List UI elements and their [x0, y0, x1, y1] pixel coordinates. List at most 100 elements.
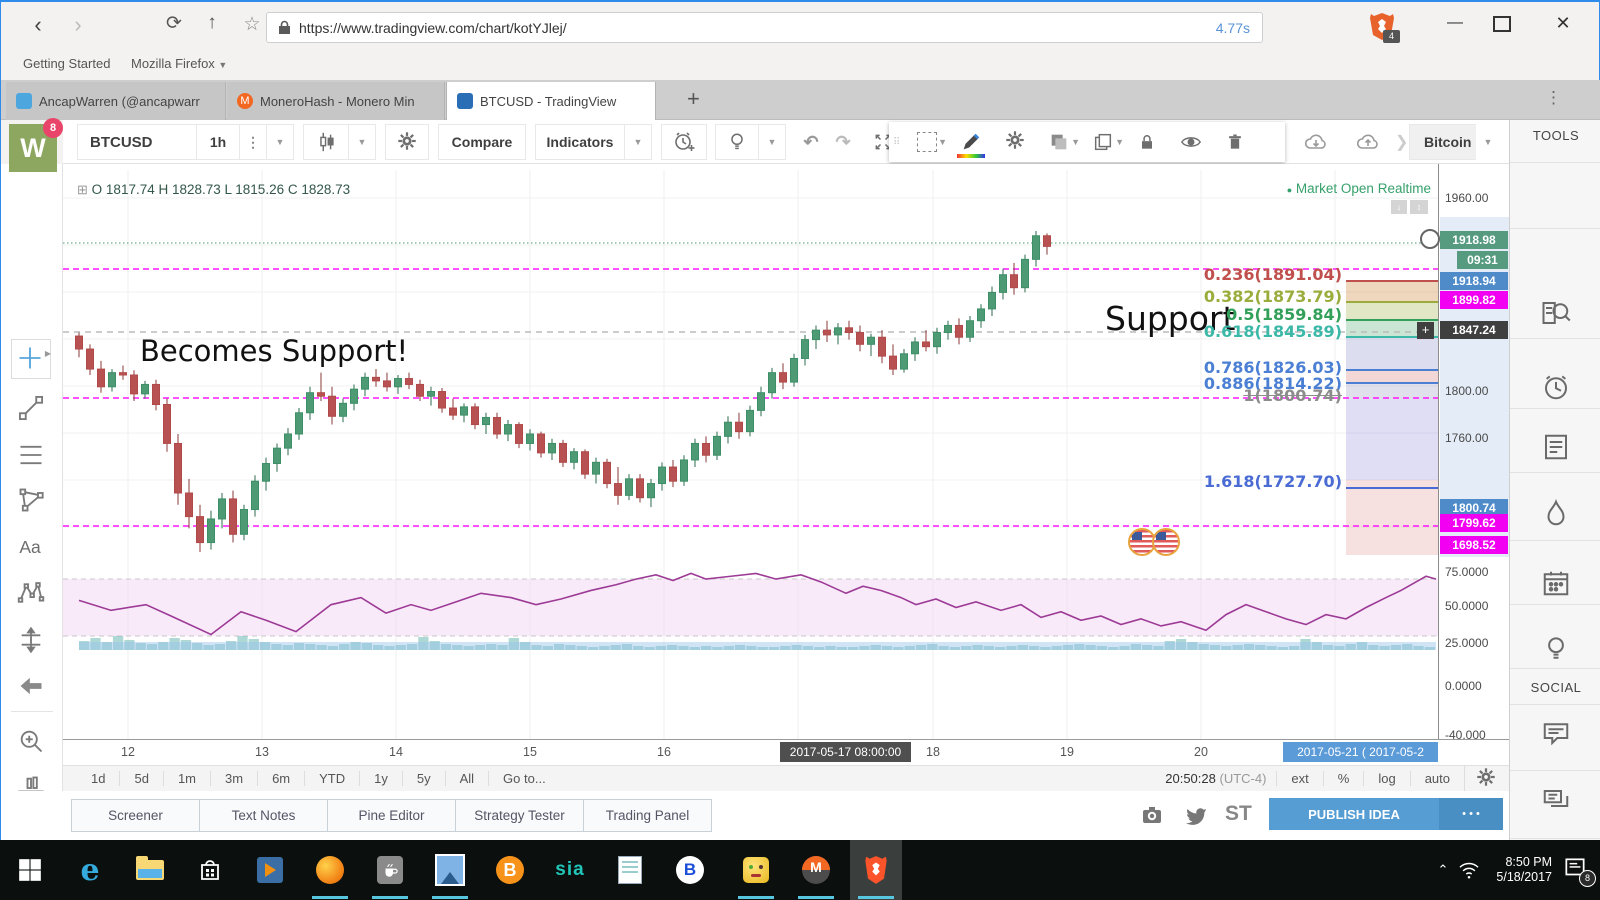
axis-settings-button[interactable] [1464, 766, 1499, 791]
taskbar-app-media-player[interactable] [244, 840, 296, 900]
stocktwits-button[interactable]: ST [1225, 802, 1252, 826]
interval-button[interactable]: 1h [196, 124, 240, 160]
clone-button[interactable]: ▼ [1081, 123, 1125, 161]
tool-fib-retracement[interactable] [17, 441, 47, 471]
fib-handle-circle[interactable] [1420, 229, 1440, 249]
tool-crosshair[interactable]: ▶ [11, 339, 51, 379]
sidebar-icon-stock-screener[interactable] [1541, 298, 1571, 328]
hide-button[interactable] [1169, 123, 1213, 161]
compare-button[interactable]: Compare [438, 124, 526, 160]
bottom-tab-strategy-tester[interactable]: Strategy Tester [455, 799, 584, 832]
goto-button[interactable]: Go to... [489, 771, 560, 786]
ideas-button[interactable] [715, 124, 759, 160]
taskbar-app-emoji[interactable] [730, 840, 782, 900]
close-button[interactable]: ✕ [1541, 13, 1585, 34]
back-button[interactable]: ‹ [23, 12, 53, 38]
tool-polyline[interactable] [17, 486, 47, 516]
drawing-settings-button[interactable] [993, 123, 1037, 161]
redo-button[interactable]: ↷ [827, 124, 859, 160]
bottom-tab-pine-editor[interactable]: Pine Editor [327, 799, 456, 832]
range-button-YTD[interactable]: YTD [305, 771, 361, 786]
tool-flyout-arrow[interactable]: ▶ [45, 349, 51, 358]
range-button-1y[interactable]: 1y [360, 771, 403, 786]
sidebar-icon-ideas-bulb[interactable] [1541, 634, 1571, 664]
indicators-dropdown[interactable]: ▼ [624, 124, 652, 160]
interval-dropdown[interactable]: ▼ [266, 124, 294, 160]
taskbar-app-java[interactable] [364, 840, 416, 900]
browser-tab[interactable]: AncapWarren (@ancapwarr [6, 82, 226, 120]
lock-button[interactable] [1125, 123, 1169, 161]
tool-text[interactable]: Aa [17, 533, 47, 563]
price-axis[interactable]: 1960.00 1800.00 1760.00 75.0000 50.0000 25.00… [1438, 164, 1510, 765]
tool-trend-line[interactable] [17, 394, 47, 424]
sidebar-icon-hotlist-flame[interactable] [1541, 498, 1571, 528]
tool-xabcd-pattern[interactable] [17, 579, 47, 609]
select-tool-button[interactable]: ▼ [905, 123, 949, 161]
home-button[interactable]: ↑ [197, 12, 227, 34]
action-center-button[interactable]: 8 [1562, 855, 1596, 887]
load-layout-button[interactable] [1293, 124, 1339, 160]
remove-button[interactable] [1213, 123, 1257, 161]
range-button-5y[interactable]: 5y [403, 771, 446, 786]
layout-dropdown[interactable]: ▼ [1476, 124, 1500, 160]
snapshot-button[interactable] [1139, 803, 1165, 832]
chart-properties-button[interactable] [385, 124, 429, 160]
maximize-button[interactable] [1493, 16, 1511, 32]
reload-button[interactable]: ⟳ [159, 12, 189, 35]
taskbar-app-store[interactable] [184, 840, 236, 900]
bookmark-star-icon[interactable]: ☆ [237, 13, 267, 36]
ideas-dropdown[interactable]: ▼ [758, 124, 786, 160]
range-button-1m[interactable]: 1m [164, 771, 211, 786]
new-tab-button[interactable]: + [687, 86, 700, 112]
forward-button[interactable]: › [63, 12, 93, 38]
url-bar[interactable]: https://www.tradingview.com/chart/kotYJl… [266, 12, 1263, 43]
draw-color-button[interactable] [949, 123, 993, 161]
publish-more-button[interactable]: • • • [1439, 798, 1503, 830]
taskbar-app-notepad[interactable] [604, 840, 656, 900]
chart-style-button[interactable] [303, 124, 349, 160]
sidebar-icon-ideas-list[interactable] [1541, 432, 1571, 462]
tray-expand-chevron[interactable]: ⌃ [1437, 862, 1448, 878]
tool-position[interactable] [17, 626, 47, 656]
sidebar-icon-chat[interactable] [1541, 718, 1571, 748]
taskbar-app-monero[interactable]: M [790, 840, 842, 900]
scale-auto-button[interactable]: auto [1409, 771, 1464, 786]
bottom-tab-text-notes[interactable]: Text Notes [199, 799, 328, 832]
sidebar-icon-alerts-clock[interactable] [1541, 372, 1571, 402]
taskbar-app-brave[interactable] [850, 840, 902, 900]
tweet-button[interactable] [1183, 803, 1209, 832]
drag-handle[interactable]: ⠿ [893, 137, 905, 147]
tool-arrow-left[interactable] [17, 672, 47, 702]
save-layout-button[interactable] [1345, 124, 1391, 160]
range-button-6m[interactable]: 6m [258, 771, 306, 786]
interval-menu-icon[interactable]: ⋮ [239, 124, 267, 160]
taskbar-app-start[interactable] [4, 840, 56, 900]
tray-clock[interactable]: 8:50 PM 5/18/2017 [1496, 855, 1552, 885]
bottom-tab-trading-panel[interactable]: Trading Panel [583, 799, 712, 832]
bookmark-mozilla-firefox[interactable]: Mozilla Firefox ▼ [131, 56, 227, 71]
scale-percent-button[interactable]: % [1322, 771, 1364, 786]
symbol-button[interactable]: BTCUSD [77, 124, 197, 160]
chart-style-dropdown[interactable]: ▼ [348, 124, 376, 160]
add-alert-plus-button[interactable]: + [1417, 322, 1434, 339]
range-button-5d[interactable]: 5d [120, 771, 164, 786]
browser-tab[interactable]: M MoneroHash - Monero Min [227, 82, 445, 120]
annotation-becomes-support[interactable]: Becomes Support! [140, 334, 408, 368]
us-flag-event-icon[interactable] [1152, 528, 1180, 556]
taskbar-app-bitcoin[interactable]: B [484, 840, 536, 900]
taskbar-app-edge[interactable]: e [64, 840, 116, 900]
taskbar-app-bitshares[interactable]: B [664, 840, 716, 900]
range-button-1d[interactable]: 1d [77, 771, 121, 786]
taskbar-app-sia[interactable]: sia [544, 840, 596, 900]
browser-tab[interactable]: BTCUSD - TradingView [446, 82, 656, 120]
layers-button[interactable]: ▼ [1037, 123, 1081, 161]
sidebar-icon-economic-calendar[interactable] [1541, 568, 1571, 598]
scale-ext-button[interactable]: ext [1276, 771, 1322, 786]
publish-idea-button[interactable]: PUBLISH IDEA [1269, 798, 1439, 830]
tab-menu-icon[interactable]: ⋮ [1545, 88, 1562, 108]
scroll-down-button[interactable]: ↓ [1391, 200, 1407, 214]
range-button-3m[interactable]: 3m [211, 771, 259, 786]
chart-canvas[interactable] [63, 164, 1438, 765]
add-alert-button[interactable] [661, 124, 707, 160]
sidebar-icon-public-chat[interactable] [1541, 786, 1571, 816]
